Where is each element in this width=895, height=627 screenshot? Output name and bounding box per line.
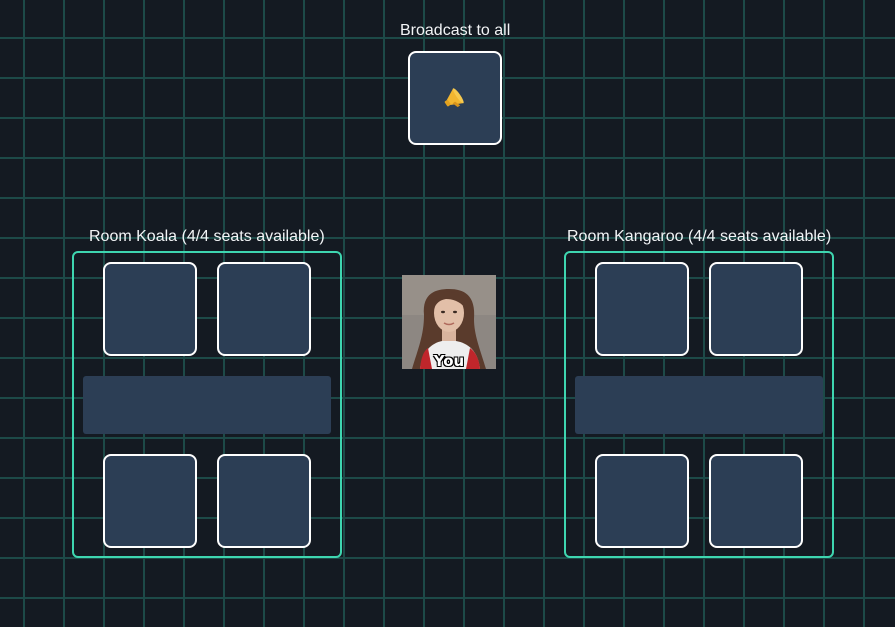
room-koala-seat-4[interactable] [217, 454, 311, 548]
room-koala-seat-3[interactable] [103, 454, 197, 548]
broadcast-button[interactable] [408, 51, 502, 145]
self-label: You [433, 352, 465, 369]
self-avatar[interactable]: You [402, 275, 496, 369]
room-koala-table [83, 376, 331, 434]
broadcast-label: Broadcast to all [400, 22, 511, 39]
room-kangaroo-seat-3[interactable] [595, 454, 689, 548]
room-kangaroo-table [575, 376, 823, 434]
room-kangaroo-seat-4[interactable] [709, 454, 803, 548]
room-kangaroo-title: Room Kangaroo (4/4 seats available) [567, 228, 832, 245]
room-koala-seat-2[interactable] [217, 262, 311, 356]
megaphone-icon [444, 88, 464, 108]
room-kangaroo-seat-1[interactable] [595, 262, 689, 356]
room-kangaroo-seat-2[interactable] [709, 262, 803, 356]
room-koala-title: Room Koala (4/4 seats available) [89, 228, 325, 245]
room-koala-seat-1[interactable] [103, 262, 197, 356]
